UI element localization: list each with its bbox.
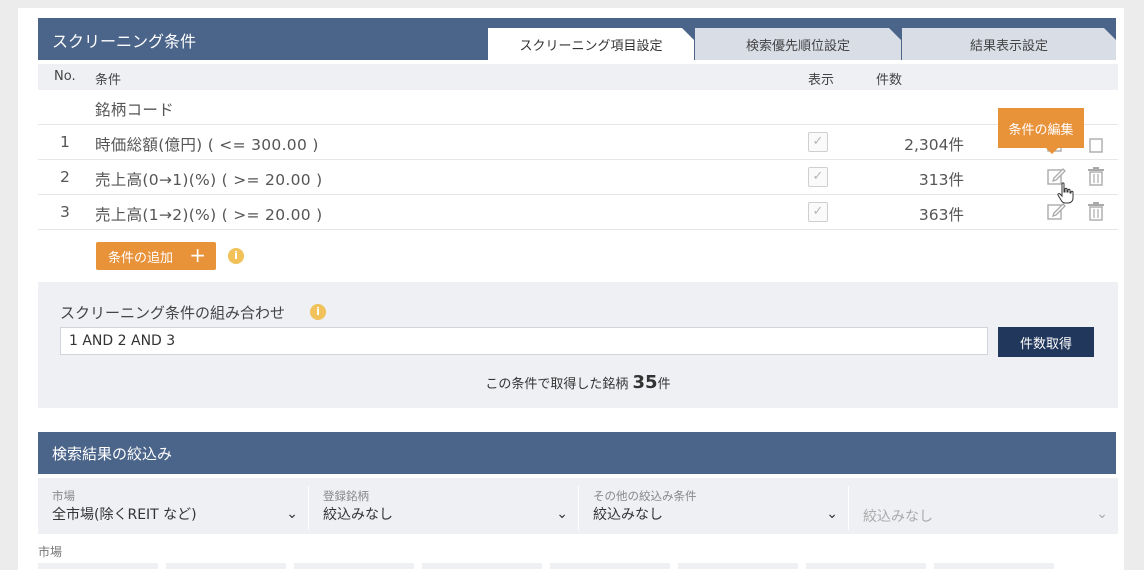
condition-number: 3 — [60, 203, 70, 221]
display-checkbox[interactable]: ✓ — [808, 202, 828, 222]
filter-section-header: 検索結果の絞込み — [38, 432, 1116, 474]
filter-value: 絞込みなし — [593, 507, 663, 523]
filter-label: その他の絞込み条件 — [593, 489, 697, 503]
add-condition-label: 条件の追加 — [108, 250, 174, 266]
condition-row: 2 売上高(0→1)(%) ( >= 20.00 ) ✓ 313件 — [38, 160, 1118, 195]
market-options — [38, 563, 1118, 569]
col-count: 件数 — [876, 73, 903, 88]
col-no: No. — [54, 69, 76, 84]
filter-disabled: 絞込みなし ⌄ — [849, 478, 1118, 534]
market-option[interactable] — [806, 563, 926, 569]
trash-icon[interactable] — [1086, 133, 1106, 153]
filter-label: 登録銘柄 — [323, 489, 369, 503]
display-checkbox[interactable]: ✓ — [808, 132, 828, 152]
condition-row: 3 売上高(1→2)(%) ( >= 20.00 ) ✓ 363件 — [38, 195, 1118, 230]
trash-icon[interactable] — [1086, 166, 1106, 186]
combination-title: スクリーニング条件の組み合わせ — [60, 304, 286, 322]
market-option[interactable] — [294, 563, 414, 569]
market-option[interactable] — [38, 563, 158, 569]
chevron-down-icon: ⌄ — [826, 506, 838, 522]
screening-header: スクリーニング条件 スクリーニング項目設定 検索優先順位設定 結果表示設定 — [38, 18, 1116, 60]
condition-label: 時価総額(億円) ( <= 300.00 ) — [95, 136, 319, 154]
screening-panel: スクリーニング条件 スクリーニング項目設定 検索優先順位設定 結果表示設定 No… — [18, 8, 1124, 570]
condition-label: 銘柄コード — [95, 101, 175, 119]
info-icon[interactable]: i — [310, 304, 326, 320]
filter-bar: 市場 全市場(除くREIT など) ⌄ 登録銘柄 絞込みなし ⌄ その他の絞込み… — [38, 478, 1118, 534]
condition-number: 1 — [60, 133, 70, 151]
filter-value: 全市場(除くREIT など) — [52, 507, 197, 523]
add-condition-button[interactable]: 条件の追加 + — [96, 242, 216, 270]
market-option[interactable] — [166, 563, 286, 569]
condition-table-header: No. 条件 表示 件数 — [38, 64, 1118, 90]
condition-count: 363件 — [918, 206, 964, 224]
result-count: 35 — [632, 372, 658, 393]
fetch-count-button[interactable]: 件数取得 — [998, 327, 1094, 357]
market-option[interactable] — [550, 563, 670, 569]
plus-icon: + — [189, 243, 206, 267]
condition-number: 2 — [60, 168, 70, 186]
market-section-label: 市場 — [38, 545, 63, 559]
col-display: 表示 — [808, 73, 835, 88]
condition-label: 売上高(1→2)(%) ( >= 20.00 ) — [95, 206, 323, 224]
market-option[interactable] — [934, 563, 1054, 569]
condition-count: 313件 — [918, 171, 964, 189]
filter-value: 絞込みなし — [863, 509, 933, 525]
filter-label: 市場 — [52, 489, 75, 503]
tab-screening-items[interactable]: スクリーニング項目設定 — [488, 28, 694, 60]
display-checkbox[interactable]: ✓ — [808, 167, 828, 187]
info-icon[interactable]: i — [228, 248, 244, 264]
condition-combination-section: スクリーニング条件の組み合わせ i 1 AND 2 AND 3 件数取得 この条… — [38, 282, 1118, 408]
edit-condition-tooltip: 条件の編集 — [998, 108, 1084, 154]
market-option[interactable] — [678, 563, 798, 569]
result-prefix: この条件で取得した銘柄 — [485, 377, 629, 392]
chevron-down-icon: ⌄ — [1096, 506, 1108, 522]
filter-value: 絞込みなし — [323, 507, 393, 523]
hand-cursor-icon — [1057, 182, 1074, 204]
market-option[interactable] — [422, 563, 542, 569]
filter-market[interactable]: 市場 全市場(除くREIT など) ⌄ — [38, 478, 308, 534]
condition-label: 売上高(0→1)(%) ( >= 20.00 ) — [95, 171, 323, 189]
result-suffix: 件 — [657, 377, 671, 392]
chevron-down-icon: ⌄ — [556, 506, 568, 522]
result-summary: この条件で取得した銘柄 35件 — [38, 372, 1118, 393]
condition-row: 1 時価総額(億円) ( <= 300.00 ) ✓ 2,304件 — [38, 125, 1118, 160]
filter-section-title: 検索結果の絞込み — [52, 445, 173, 463]
filter-other[interactable]: その他の絞込み条件 絞込みなし ⌄ — [579, 478, 848, 534]
condition-row: 銘柄コード — [38, 90, 1118, 125]
edit-icon[interactable] — [1046, 201, 1066, 221]
combination-input[interactable]: 1 AND 2 AND 3 — [60, 327, 988, 355]
page-title: スクリーニング条件 — [52, 32, 197, 51]
tab-result-display[interactable]: 結果表示設定 — [902, 28, 1116, 60]
condition-count: 2,304件 — [904, 136, 964, 154]
chevron-down-icon: ⌄ — [286, 506, 298, 522]
filter-registered[interactable]: 登録銘柄 絞込みなし ⌄ — [309, 478, 578, 534]
col-condition: 条件 — [95, 73, 122, 88]
trash-icon[interactable] — [1086, 201, 1106, 221]
tab-search-priority[interactable]: 検索優先順位設定 — [695, 28, 901, 60]
